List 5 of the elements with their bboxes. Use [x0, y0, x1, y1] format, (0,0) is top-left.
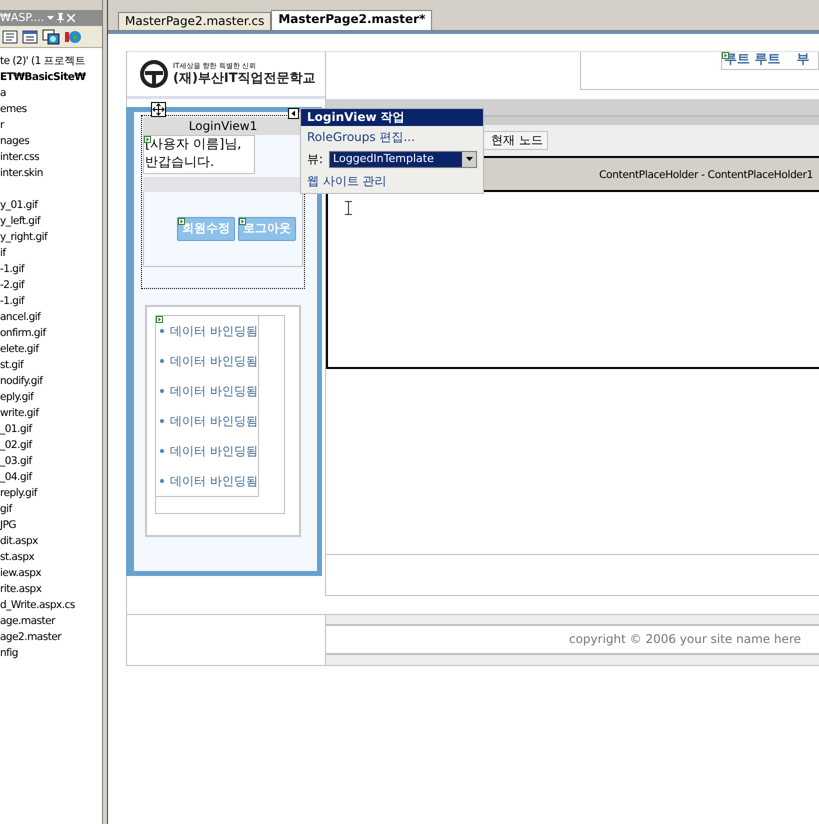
control-title: LoginView1 — [143, 117, 303, 135]
school-name: (재)부산IT직업전문학교 — [173, 71, 316, 86]
view-label: 뷰: — [307, 151, 324, 168]
popup-title: LoginView 작업 — [301, 109, 483, 126]
panel-title: ₩ASP.... — [0, 10, 44, 26]
